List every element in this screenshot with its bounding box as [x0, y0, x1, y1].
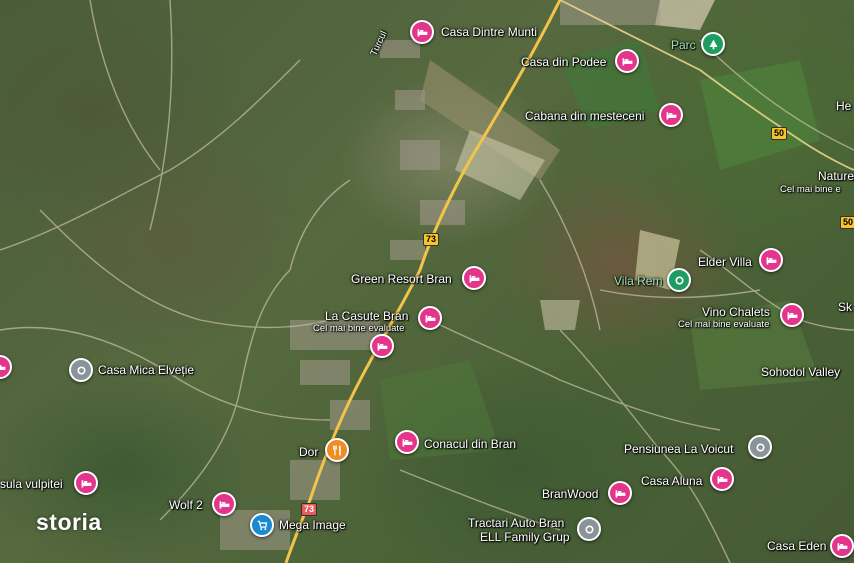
bed-icon: [717, 475, 727, 484]
road-shield-50: 50: [771, 127, 788, 140]
place-label[interactable]: Casa Dintre Munti: [441, 25, 537, 39]
road-shield-73: 73: [301, 503, 318, 516]
place-icon[interactable]: [667, 268, 691, 292]
place-icon[interactable]: [748, 435, 772, 459]
hotel-icon[interactable]: [615, 49, 639, 73]
bed-icon: [219, 500, 229, 509]
bed-icon: [377, 342, 387, 351]
place-label[interactable]: Sk: [838, 300, 852, 314]
bed-icon: [666, 111, 676, 120]
circle-icon: [76, 365, 86, 375]
place-label[interactable]: Casa din Podee: [521, 55, 606, 69]
place-label[interactable]: Dor: [299, 445, 318, 459]
place-label[interactable]: Parc: [671, 38, 696, 52]
place-label[interactable]: Conacul din Bran: [424, 437, 516, 451]
place-label[interactable]: ELL Family Grup: [480, 530, 570, 544]
rating-label: Cel mai bine evaluate: [313, 323, 405, 334]
bed-icon: [402, 438, 412, 447]
place-label[interactable]: Casa Mica Elveție: [98, 363, 194, 377]
rating-label: Cel mai bine evaluate: [678, 319, 770, 330]
hotel-icon[interactable]: [74, 471, 98, 495]
place-label[interactable]: Casa Aluna: [641, 474, 702, 488]
hotel-icon[interactable]: [395, 430, 419, 454]
hotel-icon[interactable]: [418, 306, 442, 330]
place-label[interactable]: Wolf 2: [169, 498, 203, 512]
satellite-map[interactable]: 73 73 50 50 Turcul Casa Dintre Munti Cas…: [0, 0, 854, 563]
circle-icon: [674, 275, 684, 285]
place-icon[interactable]: [69, 358, 93, 382]
bed-icon: [766, 256, 776, 265]
road-shield-50: 50: [840, 216, 854, 229]
bed-icon: [469, 274, 479, 283]
hotel-icon[interactable]: [659, 103, 683, 127]
hotel-icon[interactable]: [830, 534, 854, 558]
cart-icon: [257, 520, 267, 530]
bed-icon: [615, 489, 625, 498]
place-label[interactable]: Pensiunea La Voicut: [624, 442, 733, 456]
road-shield-73: 73: [423, 233, 440, 246]
hotel-icon[interactable]: [370, 334, 394, 358]
bed-icon: [81, 479, 91, 488]
shopping-cart-icon[interactable]: [250, 513, 274, 537]
storia-logo: storia: [36, 509, 102, 535]
hotel-icon[interactable]: [410, 20, 434, 44]
place-label[interactable]: Vino Chalets: [702, 305, 770, 319]
place-label[interactable]: sula vulpitei: [0, 477, 63, 491]
hotel-icon[interactable]: [608, 481, 632, 505]
place-label[interactable]: Nature N: [818, 169, 854, 183]
place-label[interactable]: Green Resort Bran: [351, 272, 452, 286]
place-label[interactable]: BranWood: [542, 487, 598, 501]
bed-icon: [787, 311, 797, 320]
place-icon[interactable]: [577, 517, 601, 541]
place-label[interactable]: La Casute Bran: [325, 309, 408, 323]
bed-icon: [417, 28, 427, 37]
place-label[interactable]: Casa Eden: [767, 539, 826, 553]
bed-icon: [837, 542, 847, 551]
bed-icon: [0, 364, 5, 370]
rating-label: Cel mai bine e: [780, 184, 841, 195]
bed-icon: [425, 314, 435, 323]
hotel-icon[interactable]: [759, 248, 783, 272]
hotel-icon[interactable]: [212, 492, 236, 516]
restaurant-icon[interactable]: [325, 438, 349, 462]
hotel-icon[interactable]: [780, 303, 804, 327]
circle-icon: [755, 442, 765, 452]
place-label[interactable]: He: [836, 99, 851, 113]
place-label[interactable]: Sohodol Valley: [761, 365, 840, 379]
place-label[interactable]: Elder Villa: [698, 255, 752, 269]
place-label[interactable]: Mega Image: [279, 518, 346, 532]
place-label[interactable]: Vila Rem: [614, 274, 662, 288]
tree-icon: [708, 39, 718, 49]
park-icon[interactable]: [701, 32, 725, 56]
circle-icon: [584, 524, 594, 534]
hotel-icon[interactable]: [462, 266, 486, 290]
hotel-icon[interactable]: [710, 467, 734, 491]
bed-icon: [622, 57, 632, 66]
place-label[interactable]: Tractari Auto Bran: [468, 516, 564, 530]
place-label[interactable]: Cabana din mesteceni: [525, 109, 644, 123]
fork-knife-icon: [332, 445, 341, 455]
